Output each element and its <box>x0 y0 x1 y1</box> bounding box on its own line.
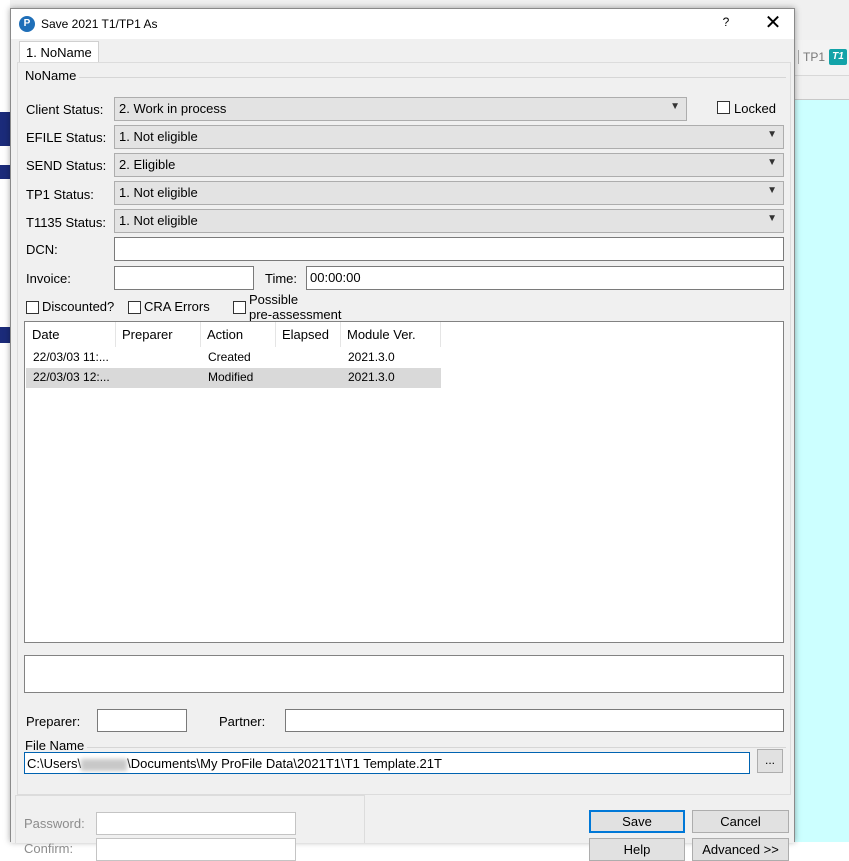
background-header-bar <box>0 165 10 179</box>
group-title: NoName <box>22 68 80 83</box>
client-status-value: 2. Work in process <box>119 101 227 116</box>
confirm-input[interactable] <box>96 838 296 861</box>
background-left-strip <box>0 0 10 842</box>
file-name-title: File Name <box>22 738 88 753</box>
password-input[interactable] <box>96 812 296 835</box>
row-action: Modified <box>208 370 254 384</box>
file-path-suffix: \Documents\My ProFile Data\2021T1\T1 Tem… <box>127 756 442 771</box>
cra-errors-label: CRA Errors <box>144 299 210 314</box>
invoice-label: Invoice: <box>26 271 71 286</box>
discounted-checkbox[interactable] <box>26 301 39 314</box>
column-header-action[interactable]: Action <box>201 322 276 347</box>
efile-status-value: 1. Not eligible <box>119 129 198 144</box>
browse-button[interactable]: ... <box>757 749 783 773</box>
background-toolbar-row <box>794 78 849 100</box>
partner-input[interactable] <box>285 709 784 732</box>
row-module-ver: 2021.3.0 <box>348 350 395 364</box>
send-status-value: 2. Eligible <box>119 157 176 172</box>
efile-status-select[interactable]: 1. Not eligible ▼ <box>114 125 784 149</box>
profile-app-icon: P <box>19 16 35 32</box>
send-status-select[interactable]: 2. Eligible ▼ <box>114 153 784 177</box>
group-divider <box>22 747 786 748</box>
t1135-status-label: T1135 Status: <box>26 215 106 230</box>
notes-textarea[interactable] <box>24 655 784 693</box>
discounted-label: Discounted? <box>42 299 115 314</box>
redacted-username <box>81 758 128 771</box>
background-header-bar <box>0 327 10 343</box>
chevron-down-icon: ▼ <box>767 185 777 196</box>
client-panel: NoName Client Status: 2. Work in process… <box>17 62 791 795</box>
chevron-down-icon: ▼ <box>767 157 777 168</box>
client-status-select[interactable]: 2. Work in process ▼ <box>114 97 687 121</box>
password-label: Password: <box>24 816 85 831</box>
confirm-label: Confirm: <box>24 841 74 856</box>
possible-label-line2: pre-assessment <box>249 307 342 322</box>
row-module-ver: 2021.3.0 <box>348 370 395 384</box>
bottom-area: Password: Confirm: Save Cancel Help Adva… <box>11 795 794 861</box>
time-input[interactable]: 00:00:00 <box>306 266 784 290</box>
time-label: Time: <box>265 271 298 286</box>
advanced-button[interactable]: Advanced >> <box>692 838 789 861</box>
t1135-status-value: 1. Not eligible <box>119 213 198 228</box>
background-banner <box>0 112 10 146</box>
cra-errors-checkbox[interactable] <box>128 301 141 314</box>
background-workspace <box>794 100 849 842</box>
dcn-label: DCN: <box>26 242 58 257</box>
dialog-title: Save 2021 T1/TP1 As <box>41 17 158 31</box>
password-group: Password: Confirm: <box>15 795 365 861</box>
close-icon[interactable]: ✕ <box>759 12 787 36</box>
tp1-status-label: TP1 Status: <box>26 187 94 202</box>
group-divider <box>22 77 786 78</box>
possible-pre-assessment-label: Possible pre-assessment <box>249 292 341 322</box>
history-list[interactable]: Date Preparer Action Elapsed Module Ver.… <box>24 321 784 643</box>
help-title-button[interactable]: ? <box>716 15 736 33</box>
tp1-status-select[interactable]: 1. Not eligible ▼ <box>114 181 784 205</box>
column-header-date[interactable]: Date <box>26 322 116 347</box>
t1-icon[interactable]: T1 <box>829 49 847 65</box>
save-button[interactable]: Save <box>589 810 685 833</box>
background-tab-tp1[interactable]: TP1 <box>798 50 825 64</box>
row-date: 22/03/03 11:... <box>33 350 109 364</box>
possible-label-line1: Possible <box>249 292 299 307</box>
column-header-elapsed[interactable]: Elapsed <box>276 322 341 347</box>
possible-pre-assessment-checkbox[interactable] <box>233 301 246 314</box>
tp1-status-value: 1. Not eligible <box>119 185 198 200</box>
column-header-module-ver[interactable]: Module Ver. <box>341 322 441 347</box>
preparer-input[interactable] <box>97 709 187 732</box>
tab-noname[interactable]: 1. NoName <box>19 41 99 63</box>
column-header-preparer[interactable]: Preparer <box>116 322 201 347</box>
send-status-label: SEND Status: <box>26 158 107 173</box>
locked-label: Locked <box>734 101 776 116</box>
chevron-down-icon: ▼ <box>767 129 777 140</box>
locked-checkbox[interactable] <box>717 101 730 114</box>
chevron-down-icon: ▼ <box>670 101 680 112</box>
file-name-input[interactable]: C:\Users\ \Documents\My ProFile Data\2021… <box>24 752 750 774</box>
table-row[interactable]: 22/03/03 11:... Created 2021.3.0 <box>26 348 441 368</box>
t1135-status-select[interactable]: 1. Not eligible ▼ <box>114 209 784 233</box>
preparer-label: Preparer: <box>26 714 81 729</box>
title-bar[interactable]: P Save 2021 T1/TP1 As ? ✕ <box>11 9 794 39</box>
efile-status-label: EFILE Status: <box>26 130 107 145</box>
file-path-prefix: C:\Users\ <box>27 756 82 771</box>
row-action: Created <box>208 350 251 364</box>
chevron-down-icon: ▼ <box>767 213 777 224</box>
partner-label: Partner: <box>219 714 266 729</box>
cancel-button[interactable]: Cancel <box>692 810 789 833</box>
help-button[interactable]: Help <box>589 838 685 861</box>
row-date: 22/03/03 12:... <box>33 370 110 384</box>
save-as-dialog: P Save 2021 T1/TP1 As ? ✕ 1. NoName NoNa… <box>10 8 795 861</box>
table-row[interactable]: 22/03/03 12:... Modified 2021.3.0 <box>26 368 441 388</box>
client-status-label: Client Status: <box>26 102 104 117</box>
dcn-input[interactable] <box>114 237 784 261</box>
invoice-input[interactable] <box>114 266 254 290</box>
